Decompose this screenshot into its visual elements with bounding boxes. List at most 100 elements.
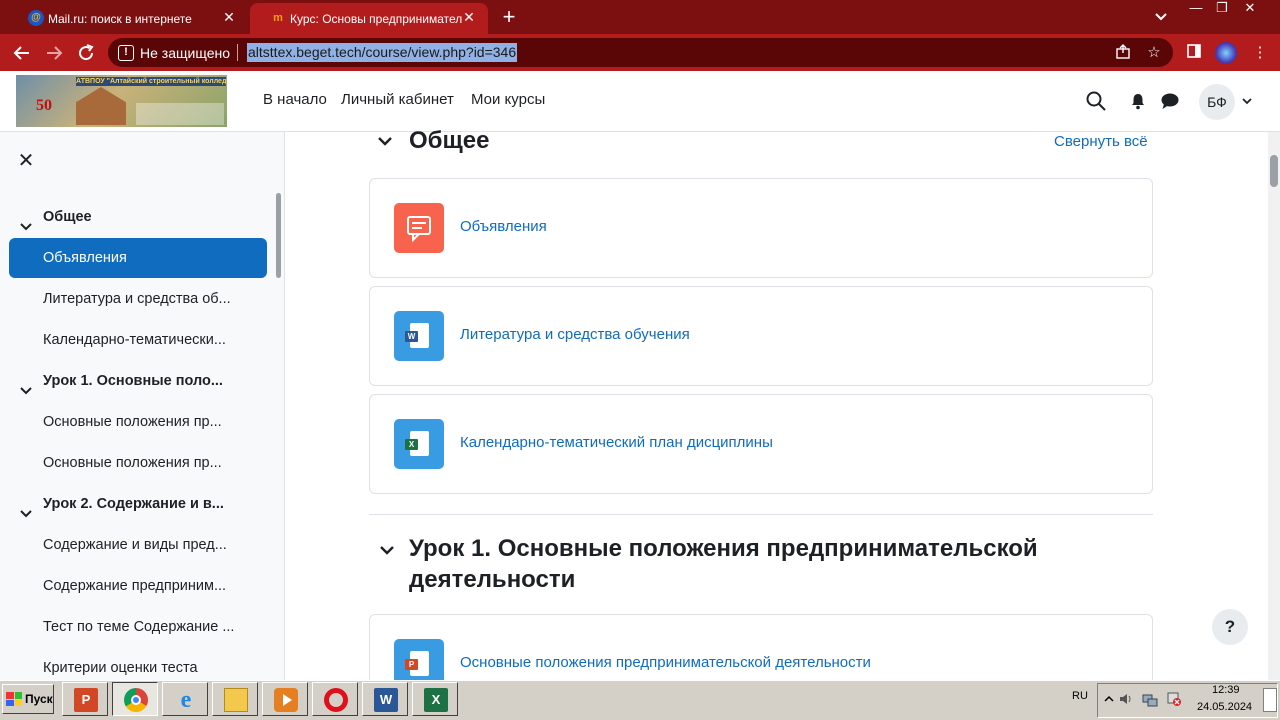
security-indicator[interactable]: ! Не защищено	[118, 43, 230, 63]
logo-number: 50	[36, 97, 52, 114]
section-title: Урок 1. Основные положения предпринимате…	[409, 535, 1038, 562]
clock-time[interactable]: 12:39	[1212, 684, 1240, 696]
opera-icon	[324, 688, 348, 712]
action-center-icon[interactable]	[1166, 691, 1182, 707]
profile-icon[interactable]	[1215, 42, 1237, 64]
course-index-label: Урок 1. Основные поло...	[43, 373, 223, 389]
close-tab-icon[interactable]: ✕	[220, 8, 238, 26]
section-divider	[369, 514, 1153, 515]
menu-dots-icon[interactable]: ⋮	[1250, 43, 1270, 63]
activity-link[interactable]: Основные положения предпринимательской д…	[460, 654, 871, 671]
section-collapse-chevron-icon[interactable]	[376, 132, 394, 150]
collapse-all-link[interactable]: Свернуть всё	[1054, 133, 1148, 150]
taskbar-excel[interactable]: X	[412, 682, 458, 716]
notifications-bell-icon[interactable]	[1129, 92, 1147, 110]
taskbar-chrome[interactable]	[112, 682, 158, 716]
powerpoint-icon: P	[74, 688, 98, 712]
course-index-item[interactable]: Содержание и виды пред...	[9, 525, 267, 565]
course-index-label: Литература и средства об...	[43, 291, 231, 307]
course-index-item[interactable]: Основные положения пр...	[9, 443, 267, 483]
side-panel-icon[interactable]	[1184, 43, 1204, 63]
taskbar-explorer[interactable]	[212, 682, 258, 716]
logo-text: АТВПОУ "Алтайский строительный колледж"	[76, 77, 226, 86]
section-title: Общее	[409, 127, 490, 154]
activity-card[interactable]: X Календарно-тематический план дисциплин…	[369, 394, 1153, 494]
reload-icon[interactable]	[74, 41, 98, 65]
logo-panel	[136, 103, 224, 125]
browser-tab-course[interactable]: m Курс: Основы предпринимательской деяте…	[250, 3, 488, 34]
url-text[interactable]: altsttex.beget.tech/course/view.php?id=3…	[247, 43, 518, 62]
course-index-section[interactable]: Урок 2. Содержание и в...	[9, 484, 267, 524]
back-arrow-icon[interactable]	[10, 41, 34, 65]
minimize-icon[interactable]: —	[1183, 0, 1209, 18]
share-icon[interactable]	[1113, 43, 1133, 63]
activity-card[interactable]: Объявления	[369, 178, 1153, 278]
activity-card[interactable]: P Основные положения предпринимательской…	[369, 614, 1153, 689]
chevron-down-icon[interactable]	[19, 374, 33, 395]
language-indicator[interactable]: RU	[1072, 690, 1088, 702]
bookmark-star-icon[interactable]: ☆	[1144, 43, 1164, 63]
speaker-icon[interactable]	[1118, 691, 1134, 707]
course-index-label: Содержание предприним...	[43, 578, 227, 594]
nav-home[interactable]: В начало	[263, 91, 327, 108]
course-index-label: Тест по теме Содержание ...	[43, 619, 235, 635]
taskbar-powerpoint[interactable]: P	[62, 682, 108, 716]
course-index-item[interactable]: Основные положения пр...	[9, 402, 267, 442]
nav-dashboard[interactable]: Личный кабинет	[341, 91, 454, 108]
new-tab-button[interactable]: +	[497, 6, 521, 30]
taskbar-opera[interactable]	[312, 682, 358, 716]
section-collapse-chevron-icon[interactable]	[378, 541, 396, 559]
course-index-item[interactable]: Содержание предприним...	[9, 566, 267, 606]
tray-expand-chevron-icon[interactable]	[1101, 691, 1117, 707]
section-title-line2: деятельности	[409, 566, 576, 593]
tab-title: Курс: Основы предпринимательской деятель…	[290, 11, 462, 26]
close-window-icon[interactable]: ✕	[1237, 0, 1263, 18]
excel-icon: X	[424, 688, 448, 712]
activity-card[interactable]: W Литература и средства обучения	[369, 286, 1153, 386]
close-tab-icon[interactable]: ✕	[460, 8, 478, 26]
taskbar-media-player[interactable]	[262, 682, 308, 716]
nav-my-courses[interactable]: Мои курсы	[471, 91, 545, 108]
help-button[interactable]: ?	[1212, 609, 1248, 645]
user-avatar[interactable]: БФ	[1199, 84, 1235, 120]
activity-link[interactable]: Объявления	[460, 218, 547, 235]
course-index-item[interactable]: Объявления	[9, 238, 267, 278]
network-icon[interactable]	[1142, 691, 1158, 707]
clock-date[interactable]: 24.05.2024	[1197, 701, 1252, 713]
chevron-down-icon[interactable]	[19, 497, 33, 518]
drawer-scrollbar[interactable]	[276, 193, 281, 278]
course-index-section[interactable]: Урок 1. Основные поло...	[9, 361, 267, 401]
course-index-item[interactable]: Литература и средства об...	[9, 279, 267, 319]
course-index-section[interactable]: Общее	[9, 197, 267, 237]
activity-link[interactable]: Календарно-тематический план дисциплины	[460, 434, 773, 451]
site-logo[interactable]: АТВПОУ "Алтайский строительный колледж" …	[16, 75, 227, 127]
forum-icon	[394, 203, 444, 253]
word-icon: W	[374, 688, 398, 712]
word-document-icon: W	[394, 311, 444, 361]
forward-arrow-icon[interactable]	[42, 41, 66, 65]
course-index-item[interactable]: Тест по теме Содержание ...	[9, 607, 267, 647]
browser-tab-mail[interactable]: @ Mail.ru: поиск в интернете ✕	[8, 3, 248, 34]
taskbar-word[interactable]: W	[362, 682, 408, 716]
tab-search-chevron-icon[interactable]	[1153, 8, 1169, 24]
security-label: Не защищено	[140, 45, 230, 61]
chrome-icon	[124, 688, 148, 712]
course-index-label: Объявления	[43, 250, 127, 266]
start-button[interactable]: Пуск	[2, 684, 54, 714]
taskbar-ie[interactable]: e	[162, 682, 208, 716]
logo-house-image	[76, 87, 126, 125]
tab-title: Mail.ru: поиск в интернете	[48, 11, 192, 26]
close-drawer-icon[interactable]: ✕	[17, 150, 35, 172]
activity-link[interactable]: Литература и средства обучения	[460, 326, 690, 343]
messages-chat-icon[interactable]	[1160, 92, 1180, 110]
chevron-down-icon[interactable]	[1240, 94, 1254, 108]
restore-icon[interactable]: ❐	[1209, 0, 1235, 18]
file-explorer-icon	[224, 688, 248, 712]
chevron-down-icon[interactable]	[19, 210, 33, 231]
search-icon[interactable]	[1085, 90, 1107, 112]
main-scrollbar-track[interactable]	[1268, 132, 1280, 680]
omnibox-separator	[237, 44, 238, 61]
course-index-item[interactable]: Календарно-тематически...	[9, 320, 267, 360]
main-scrollbar-thumb[interactable]	[1270, 155, 1278, 187]
show-desktop-button[interactable]	[1263, 688, 1277, 712]
